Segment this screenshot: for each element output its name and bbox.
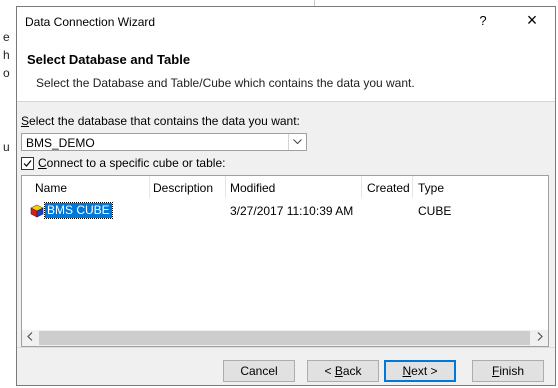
background-text: o bbox=[3, 66, 10, 80]
background-document: e h o u bbox=[0, 0, 16, 388]
specific-cube-checkbox[interactable] bbox=[21, 157, 34, 170]
column-divider[interactable] bbox=[149, 176, 150, 198]
horizontal-scrollbar[interactable] bbox=[22, 330, 548, 346]
next-button[interactable]: Next > bbox=[384, 360, 456, 382]
wizard-header: Select Database and Table Select the Dat… bbox=[17, 37, 555, 102]
back-button-prefix: < bbox=[324, 364, 335, 378]
column-header-description[interactable]: Description bbox=[153, 181, 213, 195]
close-button[interactable]: × bbox=[517, 10, 547, 31]
specific-cube-label: Connect to a specific cube or table: bbox=[38, 156, 225, 170]
specific-cube-accel: C bbox=[38, 156, 47, 170]
database-label-accel: S bbox=[21, 114, 30, 128]
next-button-rest: ext > bbox=[411, 364, 438, 378]
next-button-accel: N bbox=[402, 364, 412, 378]
back-button-rest: ack bbox=[342, 364, 362, 378]
footer-divider bbox=[17, 347, 555, 348]
table-row[interactable]: BMS CUBE 3/27/2017 11:10:39 AM CUBE bbox=[22, 202, 548, 220]
background-text: u bbox=[3, 140, 10, 154]
scroll-right-icon[interactable] bbox=[532, 330, 548, 346]
column-header-created[interactable]: Created bbox=[367, 181, 410, 195]
data-connection-wizard-dialog: Data Connection Wizard ? × Select Databa… bbox=[16, 6, 556, 386]
specific-cube-label-text: onnect to a specific cube or table: bbox=[46, 156, 226, 170]
cancel-button[interactable]: Cancel bbox=[223, 360, 295, 382]
column-header-type[interactable]: Type bbox=[418, 181, 444, 195]
database-label: Select the database that contains the da… bbox=[21, 114, 300, 128]
cube-table-list[interactable]: Name Description Modified Created Type B… bbox=[21, 175, 549, 347]
cube-icon bbox=[30, 204, 44, 221]
title-bar: Data Connection Wizard ? × bbox=[17, 7, 555, 37]
database-select[interactable]: BMS_DEMO bbox=[21, 133, 307, 151]
row-type-cell: CUBE bbox=[418, 204, 452, 218]
scrollbar-thumb[interactable] bbox=[39, 331, 530, 345]
background-text: h bbox=[3, 48, 10, 62]
list-header: Name Description Modified Created Type bbox=[22, 176, 548, 198]
back-button[interactable]: < Back bbox=[307, 360, 379, 382]
database-select-value: BMS_DEMO bbox=[26, 136, 95, 150]
column-divider[interactable] bbox=[225, 176, 226, 198]
database-label-text: elect the database that contains the dat… bbox=[29, 114, 300, 128]
row-modified-cell: 3/27/2017 11:10:39 AM bbox=[230, 204, 354, 218]
checkmark-icon bbox=[23, 160, 32, 167]
finish-button-rest: inish bbox=[499, 364, 525, 378]
column-divider[interactable] bbox=[412, 176, 413, 198]
scroll-left-icon[interactable] bbox=[22, 330, 38, 346]
chevron-down-icon[interactable] bbox=[288, 134, 306, 150]
row-name-cell[interactable]: BMS CUBE bbox=[44, 202, 113, 219]
finish-button[interactable]: Finish bbox=[472, 360, 544, 382]
column-header-name[interactable]: Name bbox=[35, 181, 67, 195]
back-button-accel: B bbox=[334, 364, 343, 378]
background-text: e bbox=[3, 30, 10, 44]
column-header-modified[interactable]: Modified bbox=[230, 181, 275, 195]
window-title: Data Connection Wizard bbox=[25, 15, 156, 29]
page-title: Select Database and Table bbox=[27, 52, 191, 67]
page-subtitle: Select the Database and Table/Cube which… bbox=[36, 76, 415, 90]
column-divider[interactable] bbox=[361, 176, 362, 198]
help-button[interactable]: ? bbox=[473, 13, 493, 28]
